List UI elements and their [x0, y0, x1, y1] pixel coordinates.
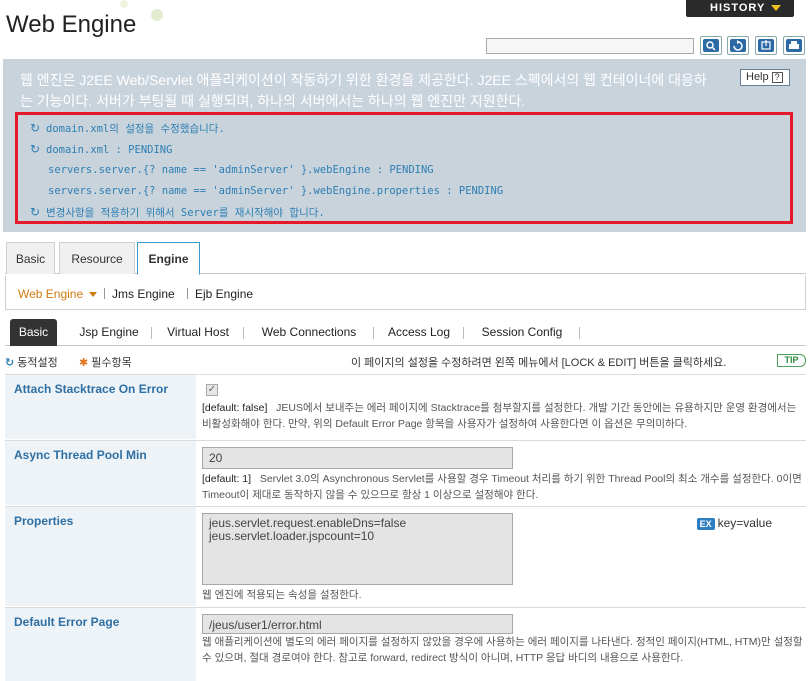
print-button[interactable] [783, 36, 805, 55]
property-row: Async Thread Pool Min 20 [default: 1] Se… [5, 440, 806, 505]
search-input[interactable] [486, 38, 694, 54]
main-tabs: Basic Resource Engine [5, 242, 806, 275]
tab-basic[interactable]: Basic [6, 242, 55, 274]
property-label: Async Thread Pool Min [5, 441, 196, 505]
default-value: [default: 1] [202, 473, 252, 485]
divider [463, 327, 464, 339]
property-description: Servlet 3.0의 Asynchronous Servlet를 사용할 경… [202, 473, 802, 501]
message-box: ↻ domain.xml의 설정을 수정했습니다. ↻ domain.xml : P… [15, 112, 793, 224]
help-label: Help [746, 71, 769, 83]
required-icon: ✱ [79, 357, 89, 369]
property-value: ✓ [default: false] JEUS에서 보내주는 에러 페이지에 S… [202, 375, 806, 432]
property-label: Properties [5, 507, 196, 606]
message-text: domain.xml의 설정을 수정했습니다. [46, 123, 225, 135]
property-row: Default Error Page /jeus/user1/error.htm… [5, 607, 806, 681]
property-description: 웹 애플리케이션에 별도의 에러 페이지를 설정하지 않았을 경우에 사용하는 … [202, 636, 803, 664]
export-icon [758, 39, 774, 52]
property-description: 웹 엔진에 적용되는 속성을 설정한다. [202, 589, 362, 601]
chevron-down-icon [89, 292, 98, 298]
default-value: [default: false] [202, 402, 268, 414]
property-entry: jeus.servlet.loader.jspcount=10 [209, 529, 375, 543]
required-legend: ✱ 필수항목 [79, 354, 132, 370]
page-title: Web Engine [6, 11, 137, 38]
history-label: HISTORY [710, 2, 766, 14]
property-row: Attach Stacktrace On Error ✓ [default: f… [5, 374, 806, 439]
message-line: servers.server.{? name == 'adminServer' … [30, 160, 790, 181]
subtab-session-config[interactable]: Session Config [467, 319, 577, 346]
message-line: servers.server.{? name == 'adminServer' … [30, 181, 790, 202]
tab-resource[interactable]: Resource [59, 242, 135, 274]
decor-circle [151, 9, 163, 21]
properties-textarea[interactable]: jeus.servlet.request.enableDns=false jeu… [202, 513, 513, 585]
dynamic-setting-icon: ↻ [5, 357, 15, 369]
engine-description: 웹 엔진은 J2EE Web/Servlet 애플리케이션이 작동하기 위한 환… [20, 72, 707, 109]
engine-subnav: Web Engine Jms Engine Ejb Engine [5, 276, 806, 310]
divider [373, 327, 374, 339]
async-thread-pool-min-input[interactable]: 20 [202, 447, 513, 469]
lock-edit-notice: 이 페이지의 설정을 수정하려면 왼쪽 메뉴에서 [LOCK & EDIT] 버… [351, 357, 727, 369]
message-text: domain.xml : PENDING [46, 144, 173, 156]
message-line: ↻ domain.xml의 설정을 수정했습니다. [30, 118, 790, 139]
message-line: ↻ 변경사항을 적용하기 위해서 Server를 재시작해야 합니다. [30, 202, 790, 223]
legend-row: ↻ 동적설정 ✱ 필수항목 이 페이지의 설정을 수정하려면 왼쪽 메뉴에서 [… [5, 351, 806, 371]
chevron-down-icon [771, 5, 782, 12]
history-button[interactable]: HISTORY [686, 0, 794, 17]
divider [243, 327, 244, 339]
divider [187, 288, 188, 299]
refresh-button[interactable] [727, 36, 749, 55]
message-text: servers.server.{? name == 'adminServer' … [48, 164, 434, 176]
question-icon: ? [771, 72, 783, 83]
example-badge: EX [696, 518, 715, 530]
search-button[interactable] [700, 36, 722, 55]
example-text: key=value [717, 516, 772, 530]
property-help: [default: 1] Servlet 3.0의 Asynchronous S… [202, 471, 806, 503]
message-line: ↻ domain.xml : PENDING [30, 139, 790, 160]
search-icon [703, 39, 719, 52]
sync-icon: ↻ [30, 205, 41, 219]
property-label: Default Error Page [5, 608, 196, 681]
subnav-label: Web Engine [18, 287, 84, 301]
subnav-item-jms-engine[interactable]: Jms Engine [112, 287, 175, 301]
dynamic-legend: ↻ 동적설정 [5, 354, 58, 370]
required-legend-label: 필수항목 [91, 357, 132, 369]
subtab-jsp-engine[interactable]: Jsp Engine [67, 319, 151, 346]
property-help: [default: false] JEUS에서 보내주는 에러 페이지에 Sta… [202, 400, 806, 432]
sync-icon: ↻ [30, 121, 41, 135]
print-icon [786, 39, 802, 52]
dynamic-legend-label: 동적설정 [17, 357, 58, 369]
help-button[interactable]: Help? [740, 69, 790, 86]
subtab-web-connections[interactable]: Web Connections [247, 319, 371, 346]
subtab-basic[interactable]: Basic [10, 319, 57, 346]
property-value: 20 [default: 1] Servlet 3.0의 Asynchronou… [202, 441, 806, 503]
property-row: Properties jeus.servlet.request.enableDn… [5, 506, 806, 606]
property-value: /jeus/user1/error.html 웹 애플리케이션에 별도의 에러 … [202, 608, 806, 666]
attach-stacktrace-checkbox[interactable]: ✓ [206, 384, 218, 396]
decor-circle [120, 0, 128, 8]
property-label: Attach Stacktrace On Error [5, 375, 196, 439]
export-button[interactable] [755, 36, 777, 55]
message-text: servers.server.{? name == 'adminServer' … [48, 185, 504, 197]
sync-icon: ↻ [30, 142, 41, 156]
divider [104, 288, 105, 299]
subtab-virtual-host[interactable]: Virtual Host [155, 319, 241, 346]
divider [151, 327, 152, 339]
subtab-access-log[interactable]: Access Log [377, 319, 461, 346]
tab-engine[interactable]: Engine [137, 242, 200, 275]
example-hint: EX key=value [696, 516, 772, 530]
message-text: 변경사항을 적용하기 위해서 Server를 재시작해야 합니다. [46, 207, 325, 219]
subnav-item-web-engine[interactable]: Web Engine [18, 287, 98, 301]
default-error-page-input[interactable]: /jeus/user1/error.html [202, 614, 513, 634]
divider [579, 327, 580, 339]
tip-button[interactable]: TIP [777, 354, 806, 367]
refresh-icon [730, 39, 746, 52]
subnav-item-ejb-engine[interactable]: Ejb Engine [195, 287, 253, 301]
web-engine-tabs: Basic Jsp Engine Virtual Host Web Connec… [5, 319, 806, 346]
property-description: JEUS에서 보내주는 에러 페이지에 Stacktrace를 첨부할지를 설정… [202, 402, 797, 430]
